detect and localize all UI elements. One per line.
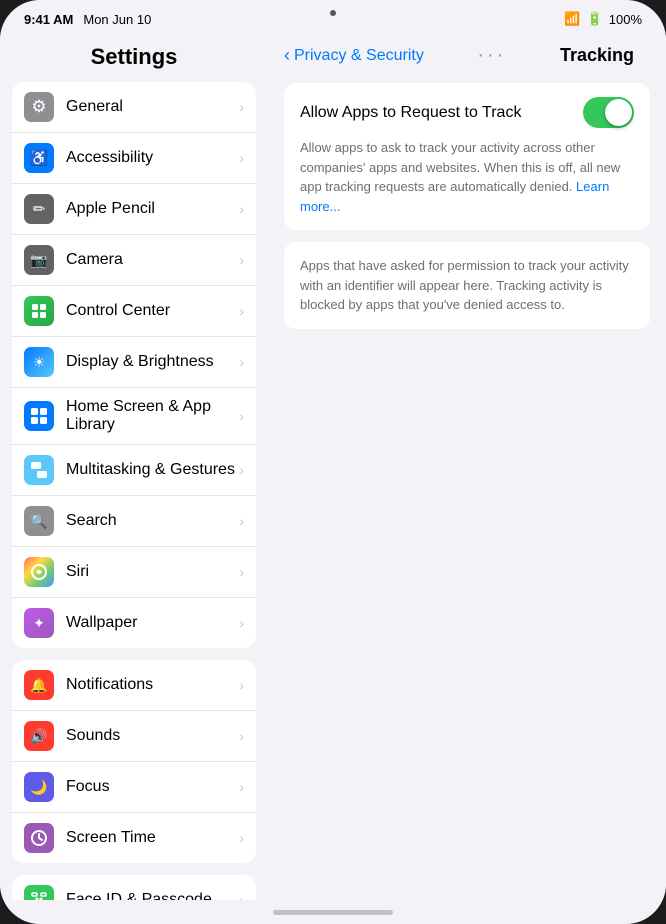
- allow-tracking-toggle[interactable]: [583, 97, 634, 128]
- screen-time-icon: [24, 823, 54, 853]
- sidebar-item-siri[interactable]: Siri ›: [12, 547, 256, 598]
- back-label: Privacy & Security: [294, 47, 424, 65]
- display-icon: ☀: [24, 347, 54, 377]
- siri-label: Siri: [66, 563, 239, 581]
- wallpaper-icon: ✦: [24, 608, 54, 638]
- accessibility-icon: ♿: [24, 143, 54, 173]
- home-indicator: [0, 900, 666, 924]
- status-time: 9:41 AM: [24, 12, 73, 27]
- chevron-icon: ›: [239, 615, 244, 631]
- face-id-icon: [24, 885, 54, 900]
- apps-section-text: Apps that have asked for permission to t…: [300, 256, 634, 315]
- sidebar-item-wallpaper[interactable]: ✦ Wallpaper ›: [12, 598, 256, 648]
- general-icon: ⚙: [24, 92, 54, 122]
- wallpaper-label: Wallpaper: [66, 614, 239, 632]
- chevron-icon: ›: [239, 728, 244, 744]
- nav-title: Tracking: [560, 45, 650, 66]
- camera-icon: 📷: [24, 245, 54, 275]
- sounds-icon: 🔊: [24, 721, 54, 751]
- sounds-label: Sounds: [66, 727, 239, 745]
- top-dot: [330, 10, 336, 16]
- apps-section-card: Apps that have asked for permission to t…: [284, 242, 650, 329]
- display-label: Display & Brightness: [66, 353, 239, 371]
- notifications-icon: 🔔: [24, 670, 54, 700]
- content-area: Allow Apps to Request to Track Allow app…: [268, 75, 666, 900]
- screen-time-label: Screen Time: [66, 829, 239, 847]
- sidebar-group-3: Face ID & Passcode › 🤚 Privacy & Securit…: [12, 875, 256, 900]
- status-right: 📶 🔋 100%: [564, 11, 642, 27]
- sidebar-title: Settings: [0, 44, 268, 82]
- main-layout: Settings ⚙ General › ♿ Accessibility › ✏…: [0, 32, 666, 900]
- nav-bar: ‹ Privacy & Security ··· Tracking: [268, 32, 666, 75]
- chevron-icon: ›: [239, 892, 244, 900]
- multitasking-label: Multitasking & Gestures: [66, 461, 239, 479]
- chevron-icon: ›: [239, 150, 244, 166]
- sidebar-item-sounds[interactable]: 🔊 Sounds ›: [12, 711, 256, 762]
- accessibility-label: Accessibility: [66, 149, 239, 167]
- sidebar-item-focus[interactable]: 🌙 Focus ›: [12, 762, 256, 813]
- description-text: Allow apps to ask to track your activity…: [300, 140, 620, 194]
- home-screen-icon: [24, 401, 54, 431]
- home-screen-label: Home Screen & App Library: [66, 398, 239, 434]
- chevron-icon: ›: [239, 354, 244, 370]
- toggle-label: Allow Apps to Request to Track: [300, 104, 521, 122]
- sidebar-item-accessibility[interactable]: ♿ Accessibility ›: [12, 133, 256, 184]
- back-button[interactable]: ‹ Privacy & Security: [284, 45, 424, 66]
- toggle-row: Allow Apps to Request to Track: [300, 97, 634, 128]
- camera-label: Camera: [66, 251, 239, 269]
- sidebar-group-1: ⚙ General › ♿ Accessibility › ✏ Apple Pe…: [12, 82, 256, 648]
- sidebar-item-notifications[interactable]: 🔔 Notifications ›: [12, 660, 256, 711]
- apple-pencil-icon: ✏: [24, 194, 54, 224]
- chevron-icon: ›: [239, 779, 244, 795]
- face-id-label: Face ID & Passcode: [66, 891, 239, 900]
- tracking-description: Allow apps to ask to track your activity…: [300, 138, 634, 216]
- sidebar-item-face-id[interactable]: Face ID & Passcode ›: [12, 875, 256, 900]
- focus-icon: 🌙: [24, 772, 54, 802]
- search-icon: 🔍: [24, 506, 54, 536]
- chevron-icon: ›: [239, 303, 244, 319]
- chevron-icon: ›: [239, 513, 244, 529]
- sidebar-item-search[interactable]: 🔍 Search ›: [12, 496, 256, 547]
- home-bar: [273, 910, 393, 915]
- control-center-icon: [24, 296, 54, 326]
- sidebar-item-camera[interactable]: 📷 Camera ›: [12, 235, 256, 286]
- right-panel: ‹ Privacy & Security ··· Tracking Allow …: [268, 32, 666, 900]
- sidebar-item-multitasking[interactable]: Multitasking & Gestures ›: [12, 445, 256, 496]
- chevron-icon: ›: [239, 830, 244, 846]
- control-center-label: Control Center: [66, 302, 239, 320]
- battery-icon: 🔋: [587, 11, 603, 27]
- status-bar: 9:41 AM Mon Jun 10 📶 🔋 100%: [0, 0, 666, 32]
- multitasking-icon: [24, 455, 54, 485]
- sidebar: Settings ⚙ General › ♿ Accessibility › ✏…: [0, 32, 268, 900]
- chevron-icon: ›: [239, 677, 244, 693]
- sidebar-item-control-center[interactable]: Control Center ›: [12, 286, 256, 337]
- sidebar-group-2: 🔔 Notifications › 🔊 Sounds › 🌙 Focus ›: [12, 660, 256, 863]
- battery-percent: 100%: [609, 12, 642, 27]
- sidebar-item-home-screen[interactable]: Home Screen & App Library ›: [12, 388, 256, 445]
- nav-dots: ···: [424, 44, 560, 67]
- focus-label: Focus: [66, 778, 239, 796]
- apple-pencil-label: Apple Pencil: [66, 200, 239, 218]
- status-date: Mon Jun 10: [83, 12, 151, 27]
- chevron-icon: ›: [239, 564, 244, 580]
- chevron-icon: ›: [239, 99, 244, 115]
- chevron-icon: ›: [239, 462, 244, 478]
- sidebar-item-general[interactable]: ⚙ General ›: [12, 82, 256, 133]
- wifi-icon: 📶: [564, 11, 580, 27]
- nav-bar-inner: ‹ Privacy & Security ··· Tracking: [284, 44, 650, 67]
- chevron-icon: ›: [239, 408, 244, 424]
- search-label: Search: [66, 512, 239, 530]
- tracking-toggle-card: Allow Apps to Request to Track Allow app…: [284, 83, 650, 230]
- back-chevron-icon: ‹: [284, 45, 290, 66]
- general-label: General: [66, 98, 239, 116]
- chevron-icon: ›: [239, 201, 244, 217]
- device: 9:41 AM Mon Jun 10 📶 🔋 100% Settings ⚙ G…: [0, 0, 666, 924]
- chevron-icon: ›: [239, 252, 244, 268]
- notifications-label: Notifications: [66, 676, 239, 694]
- sidebar-item-apple-pencil[interactable]: ✏ Apple Pencil ›: [12, 184, 256, 235]
- sidebar-item-screen-time[interactable]: Screen Time ›: [12, 813, 256, 863]
- sidebar-item-display[interactable]: ☀ Display & Brightness ›: [12, 337, 256, 388]
- siri-icon: [24, 557, 54, 587]
